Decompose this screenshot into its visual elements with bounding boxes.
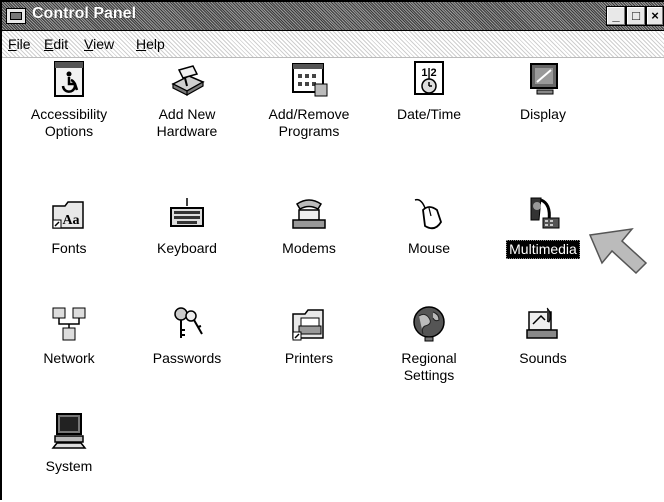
item-label: Keyboard: [157, 240, 217, 256]
add-remove-programs-icon: [292, 63, 328, 97]
menu-edit[interactable]: Edit: [44, 36, 68, 52]
item-sounds[interactable]: Sounds: [484, 304, 602, 367]
item-label: System: [45, 458, 93, 474]
control-panel-window: Control Panel _ □ × File Edit View Help …: [0, 0, 664, 500]
item-label: Accessibility Options: [30, 106, 108, 139]
maximize-button[interactable]: □: [626, 6, 646, 26]
calendar-clock-icon: 1|2: [414, 61, 444, 95]
item-accessibility-options[interactable]: Accessibility Options: [10, 60, 128, 140]
item-label: Modems: [282, 240, 336, 256]
item-mouse[interactable]: Mouse: [370, 194, 488, 257]
title-bar[interactable]: Control Panel _ □ ×: [2, 2, 664, 31]
window-title: Control Panel: [32, 5, 137, 22]
svg-text:Aa: Aa: [62, 213, 79, 228]
item-label: Network: [43, 350, 95, 366]
menu-file[interactable]: File: [8, 36, 31, 52]
accessibility-icon: [54, 61, 84, 97]
item-label: Fonts: [51, 240, 87, 256]
item-add-remove-programs[interactable]: Add/Remove Programs: [250, 60, 368, 140]
item-label: Passwords: [152, 350, 222, 366]
item-regional-settings[interactable]: Regional Settings: [370, 304, 488, 384]
item-fonts[interactable]: Aa Fonts: [10, 194, 128, 257]
keys-icon: [174, 307, 203, 338]
multimedia-icon: [530, 197, 560, 229]
menu-help-rest: elp: [146, 36, 165, 52]
item-label: Display: [520, 106, 566, 122]
item-label: Regional Settings: [401, 350, 457, 383]
close-button[interactable]: ×: [646, 6, 664, 26]
menu-view[interactable]: View: [84, 36, 114, 52]
add-hardware-icon: [171, 65, 205, 97]
menu-view-rest: iew: [93, 36, 115, 52]
item-label: Date/Time: [396, 106, 462, 122]
item-display[interactable]: Display: [484, 60, 602, 123]
item-label: Add/Remove Programs: [268, 106, 350, 139]
item-printers[interactable]: Printers: [250, 304, 368, 367]
item-network[interactable]: Network: [10, 304, 128, 367]
display-icon: [530, 63, 558, 95]
item-label: Printers: [284, 350, 334, 366]
item-passwords[interactable]: Passwords: [128, 304, 246, 367]
item-multimedia[interactable]: Multimedia: [484, 194, 602, 259]
modem-phone-icon: [292, 199, 326, 229]
fonts-folder-icon: Aa: [52, 201, 84, 229]
item-label: Sounds: [519, 350, 567, 366]
item-label: Mouse: [407, 240, 451, 256]
network-icon: [52, 307, 86, 341]
minimize-button[interactable]: _: [606, 6, 626, 26]
printers-folder-icon: [292, 309, 324, 341]
item-modems[interactable]: Modems: [250, 194, 368, 257]
item-system[interactable]: System: [10, 412, 128, 475]
menu-bar: File Edit View Help: [2, 31, 664, 58]
arrow-cursor-icon: [588, 227, 648, 275]
keyboard-icon: [170, 198, 204, 227]
menu-file-rest: ile: [16, 36, 31, 52]
control-panel-icon[interactable]: [6, 8, 26, 24]
item-date-time[interactable]: 1|2 Date/Time: [370, 60, 488, 123]
item-label: Multimedia: [506, 240, 580, 259]
sounds-icon: [526, 307, 558, 339]
menu-edit-rest: dit: [53, 36, 69, 52]
globe-icon: [413, 306, 445, 342]
svg-text:1|2: 1|2: [421, 67, 436, 79]
mouse-icon: [414, 198, 442, 230]
item-label: Add New Hardware: [156, 106, 218, 139]
menu-help[interactable]: Help: [136, 36, 165, 52]
item-add-new-hardware[interactable]: Add New Hardware: [128, 60, 246, 140]
icon-view: Accessibility Options Add New Hardware A…: [2, 58, 664, 502]
computer-icon: [51, 413, 87, 449]
item-keyboard[interactable]: Keyboard: [128, 194, 246, 257]
